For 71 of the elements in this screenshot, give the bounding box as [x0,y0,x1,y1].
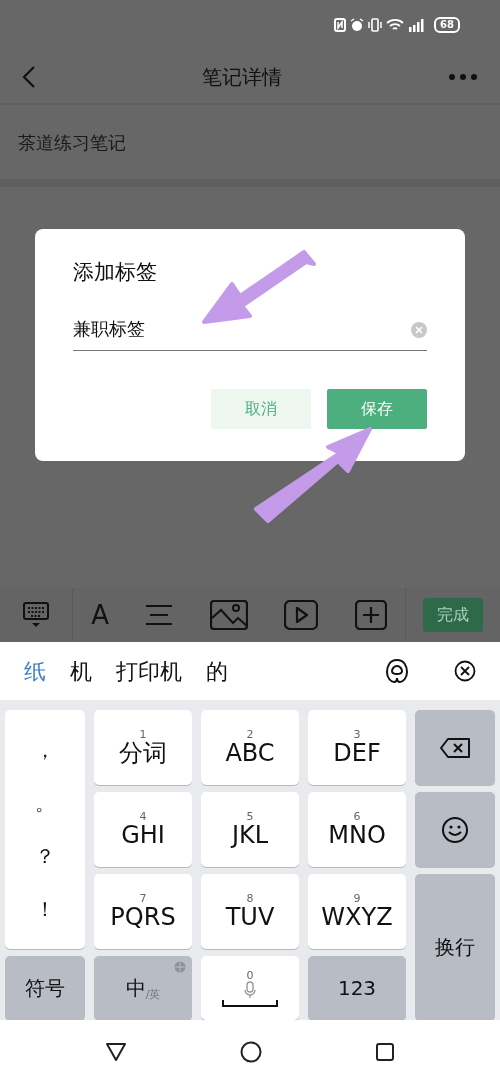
handwriting-icon[interactable] [384,658,410,684]
enter-key[interactable]: 换行 [415,874,495,1020]
key-background[interactable]: 9 WXYZ [308,874,406,949]
back-nav-icon[interactable] [104,1042,127,1062]
key-digit: 3 [353,728,361,740]
key-label: MNO [328,821,386,849]
function-key[interactable]: 123 [308,956,406,1020]
key-digit: 2 [246,728,254,740]
function-key[interactable]: 符号 [5,956,85,1020]
key-label: 中 [125,975,146,1002]
add-icon[interactable] [354,600,387,630]
key-background[interactable]: 5 JKL [201,792,299,867]
done-button[interactable]: 完成 [423,598,483,632]
key-sublabel: /英 [145,987,161,1003]
key-background[interactable]: 6 MNO [308,792,406,867]
candidate-word[interactable]: 纸 [24,654,46,688]
key-digit: 6 [353,810,361,822]
punctuation-key[interactable]: 。 [35,793,55,814]
punctuation-key[interactable]: ， [35,740,55,761]
key-digit: 0 [246,969,254,981]
play-icon[interactable] [284,600,319,630]
candidate-word[interactable]: 打印机 [116,654,182,688]
key-background[interactable]: 3 DEF [308,710,406,785]
key-digit: 4 [139,810,147,822]
key-label: ABC [225,739,275,767]
back-icon[interactable] [22,64,36,89]
key-label: PQRS [110,903,176,931]
microphone-icon [244,980,256,999]
close-icon[interactable] [454,660,476,682]
key-digit: 7 [139,892,147,904]
punctuation-key[interactable]: ？ [35,845,55,866]
key-digit: 5 [246,810,254,822]
key-background[interactable]: 4 GHI [94,792,192,867]
punctuation-key[interactable]: ！ [35,898,55,919]
emoji-icon [441,815,469,844]
align-icon[interactable] [145,604,174,626]
page-title: 笔记详情 [202,63,282,91]
keyboard-hide-icon[interactable] [22,601,50,629]
candidate-word[interactable]: 机 [70,654,92,688]
key-background[interactable]: 8 TUV [201,874,299,949]
globe-icon [174,961,186,973]
nfc-icon [334,18,347,32]
battery-level: 68 [434,17,460,33]
candidate-word[interactable]: 的 [206,654,228,688]
signal-icon [408,18,427,32]
note-title: 茶道练习笔记 [18,130,126,155]
key-label: DEF [333,739,381,767]
vibrate-icon [368,18,383,32]
key-label: TUV [225,903,275,931]
key-digit: 9 [353,892,361,904]
alarm-icon [350,18,365,32]
key-label: WXYZ [321,903,393,931]
key-digit: 8 [246,892,254,904]
key-label: JKL [231,821,269,849]
backspace-icon [439,736,471,759]
key-background[interactable]: 1 分词 [94,710,192,785]
key-label: 分词 [119,739,167,767]
key-label: GHI [121,821,165,849]
key-background[interactable] [415,710,495,785]
key-background[interactable] [415,792,495,867]
dialog-title: 添加标签 [73,259,158,286]
key-digit: 1 [139,728,147,740]
wifi-icon [386,18,405,32]
key-background[interactable]: 0 [201,956,299,1020]
recents-icon[interactable] [375,1042,396,1062]
key-background[interactable]: 7 PQRS [94,874,192,949]
more-icon[interactable] [448,72,478,81]
home-icon[interactable] [240,1041,262,1063]
space-icon [222,998,278,1007]
key-background[interactable]: 2 ABC [201,710,299,785]
image-icon[interactable] [209,600,248,630]
